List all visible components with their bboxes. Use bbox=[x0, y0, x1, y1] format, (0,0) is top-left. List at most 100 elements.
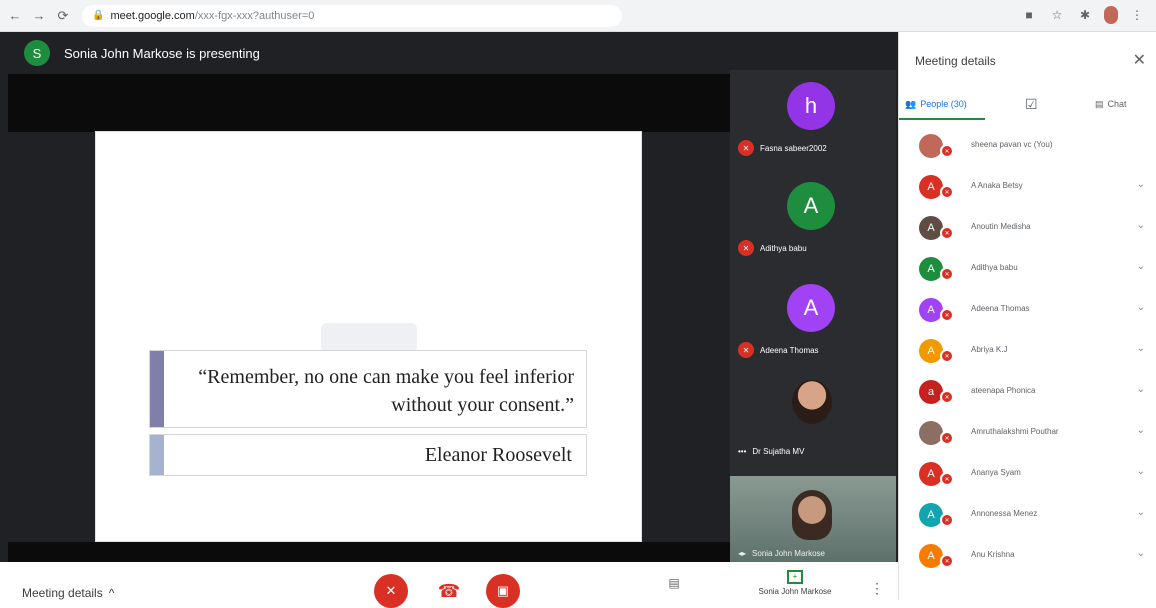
present-screen-icon: + bbox=[787, 570, 803, 584]
back-icon[interactable]: ← bbox=[6, 7, 24, 25]
self-video-tile[interactable]: ◂▸ Sonia John Markose bbox=[730, 476, 896, 568]
close-icon[interactable]: ✕ bbox=[1133, 50, 1146, 70]
list-item[interactable]: ✕ sheena pavan vc (You) bbox=[899, 126, 1156, 167]
person-name: Adithya babu bbox=[971, 263, 1018, 272]
author-box: Eleanor Roosevelt bbox=[149, 434, 587, 476]
mic-off-icon: ✕ bbox=[940, 144, 954, 158]
list-item[interactable]: A ✕ Anu Krishna ⌄ bbox=[899, 536, 1156, 577]
list-item[interactable]: A ✕ A Anaka Betsy ⌄ bbox=[899, 167, 1156, 208]
chevron-down-icon[interactable]: ⌄ bbox=[1137, 466, 1145, 477]
kebab-menu-icon[interactable]: ⋮ bbox=[1128, 6, 1146, 24]
chevron-down-icon[interactable]: ⌄ bbox=[1137, 507, 1145, 518]
avatar: A bbox=[919, 544, 943, 568]
participant-tiles: h ✕ Fasna sabeer2002 A ✕ Adithya babu A … bbox=[730, 70, 896, 570]
avatar: A bbox=[919, 503, 943, 527]
tile-name-row: ◂▸ Sonia John Markose bbox=[738, 549, 825, 558]
person-name: Anu Krishna bbox=[971, 550, 1015, 559]
avatar bbox=[919, 421, 943, 445]
chevron-down-icon[interactable]: ⌄ bbox=[1137, 302, 1145, 313]
tab-activities[interactable]: ☑ bbox=[1025, 96, 1038, 113]
participant-tile[interactable]: A ✕ Adeena Thomas bbox=[730, 272, 896, 368]
list-item[interactable]: A ✕ Annonessa Menez ⌄ bbox=[899, 495, 1156, 536]
chevron-down-icon[interactable]: ⌄ bbox=[1137, 548, 1145, 559]
avatar: A bbox=[919, 257, 943, 281]
tab-chat[interactable]: ▤ Chat bbox=[1095, 99, 1127, 110]
mic-toggle-button[interactable]: ✕ bbox=[374, 574, 408, 608]
panel-tabs: 👥 People (30) ☑ ▤ Chat bbox=[899, 90, 1156, 118]
person-name: Annonessa Menez bbox=[971, 509, 1038, 518]
mic-off-icon: ✕ bbox=[385, 583, 397, 598]
quote-box: “Remember, no one can make you feel infe… bbox=[149, 350, 587, 428]
chevron-down-icon[interactable]: ⌄ bbox=[1137, 343, 1145, 354]
browser-toolbar: ← → ⟳ 🔒 meet.google.com /xxx-fgx-xxx?aut… bbox=[0, 0, 1156, 32]
tab-chat-label: Chat bbox=[1107, 99, 1127, 109]
mic-off-icon: ✕ bbox=[940, 267, 954, 281]
tile-name: Dr Sujatha MV bbox=[752, 447, 805, 456]
stage-band-bottom bbox=[8, 542, 730, 564]
mic-off-icon: ✕ bbox=[940, 513, 954, 527]
person-name: Ananya Syam bbox=[971, 468, 1021, 477]
people-list: ✕ sheena pavan vc (You) A ✕ A Anaka Bets… bbox=[899, 126, 1156, 577]
camera-off-icon: ▣ bbox=[496, 583, 510, 598]
checkbox-icon: ☑ bbox=[1025, 95, 1038, 112]
mic-off-icon: ✕ bbox=[940, 308, 954, 322]
tile-name: Sonia John Markose bbox=[752, 549, 825, 558]
avatar: a bbox=[919, 380, 943, 404]
list-item[interactable]: A ✕ Ananya Syam ⌄ bbox=[899, 454, 1156, 495]
url-path: /xxx-fgx-xxx?authuser=0 bbox=[194, 9, 315, 22]
chevron-down-icon[interactable]: ⌄ bbox=[1137, 261, 1145, 272]
quote-author: Eleanor Roosevelt bbox=[424, 444, 572, 466]
camera-toggle-button[interactable]: ▣ bbox=[486, 574, 520, 608]
list-item[interactable]: A ✕ Adithya babu ⌄ bbox=[899, 249, 1156, 290]
tile-avatar: A bbox=[787, 284, 835, 332]
participant-tile[interactable]: h ✕ Fasna sabeer2002 bbox=[730, 70, 896, 166]
active-tab-indicator bbox=[899, 118, 985, 120]
mic-off-icon: ✕ bbox=[940, 554, 954, 568]
chevron-down-icon[interactable]: ⌄ bbox=[1137, 179, 1145, 190]
participant-tile[interactable]: A ✕ Adithya babu bbox=[730, 170, 896, 266]
meeting-details-button[interactable]: Meeting details ^ bbox=[22, 586, 114, 600]
list-item[interactable]: A ✕ Abriya K.J ⌄ bbox=[899, 331, 1156, 372]
tile-avatar: h bbox=[787, 82, 835, 130]
avatar bbox=[919, 134, 943, 158]
avatar: A bbox=[919, 216, 943, 240]
address-bar[interactable]: 🔒 meet.google.com /xxx-fgx-xxx?authuser=… bbox=[82, 4, 622, 27]
star-icon[interactable]: ☆ bbox=[1048, 6, 1066, 24]
self-video-face bbox=[792, 490, 832, 540]
chevron-down-icon[interactable]: ⌄ bbox=[1137, 384, 1145, 395]
chevron-down-icon[interactable]: ⌄ bbox=[1137, 220, 1145, 231]
tile-name-row: ✕ Adeena Thomas bbox=[738, 342, 819, 358]
list-item[interactable]: A ✕ Adeena Thomas ⌄ bbox=[899, 290, 1156, 331]
person-name: Adeena Thomas bbox=[971, 304, 1030, 313]
camera-blocked-icon[interactable]: ■ bbox=[1020, 6, 1038, 24]
list-item[interactable]: A ✕ Anoutin Medisha ⌄ bbox=[899, 208, 1156, 249]
mic-off-icon: ✕ bbox=[940, 390, 954, 404]
tab-people-label: People (30) bbox=[920, 99, 967, 109]
participant-tile[interactable]: ••• Dr Sujatha MV bbox=[730, 370, 896, 466]
presenting-button[interactable]: + Sonia John Markose bbox=[740, 570, 850, 596]
avatar: A bbox=[919, 339, 943, 363]
reload-icon[interactable]: ⟳ bbox=[54, 7, 72, 25]
profile-avatar[interactable] bbox=[1104, 6, 1118, 24]
tab-people[interactable]: 👥 People (30) bbox=[905, 99, 967, 110]
people-icon: 👥 bbox=[905, 98, 917, 109]
person-name: ateenapa Phonica bbox=[971, 386, 1036, 395]
avatar: A bbox=[919, 298, 943, 322]
speaking-icon: ◂▸ bbox=[738, 549, 747, 558]
chevron-down-icon[interactable]: ⌄ bbox=[1137, 425, 1145, 436]
forward-icon[interactable]: → bbox=[30, 7, 48, 25]
captions-button[interactable]: ▤ bbox=[664, 576, 684, 594]
more-options-icon[interactable]: ⋮ bbox=[870, 580, 884, 597]
avatar: A bbox=[919, 462, 943, 486]
mic-off-icon: ✕ bbox=[738, 140, 754, 156]
presentation-slide: “Remember, no one can make you feel infe… bbox=[95, 131, 642, 542]
more-options-icon[interactable]: ••• bbox=[738, 447, 746, 456]
person-name: A Anaka Betsy bbox=[971, 181, 1023, 190]
leave-call-button[interactable]: ☎ bbox=[432, 574, 466, 608]
list-item[interactable]: a ✕ ateenapa Phonica ⌄ bbox=[899, 372, 1156, 413]
mic-off-icon: ✕ bbox=[940, 472, 954, 486]
list-item[interactable]: ✕ Amruthalakshmi Pouthar ⌄ bbox=[899, 413, 1156, 454]
meeting-details-label: Meeting details bbox=[22, 586, 103, 600]
extension-icon[interactable]: ✱ bbox=[1076, 6, 1094, 24]
tile-name-row: ••• Dr Sujatha MV bbox=[738, 447, 804, 456]
